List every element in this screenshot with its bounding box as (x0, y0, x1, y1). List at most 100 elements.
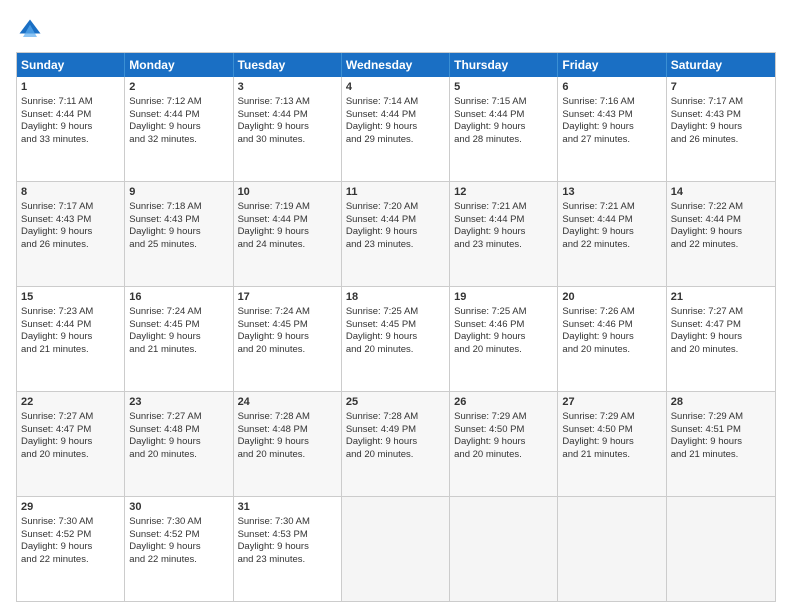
header-monday: Monday (125, 53, 233, 77)
day-number: 26 (454, 395, 553, 410)
calendar-cell (558, 497, 666, 601)
calendar-cell: 27Sunrise: 7:29 AMSunset: 4:50 PMDayligh… (558, 392, 666, 496)
day-info-line: Daylight: 9 hours (346, 331, 445, 344)
day-info-line: and 29 minutes. (346, 134, 445, 147)
calendar-cell: 24Sunrise: 7:28 AMSunset: 4:48 PMDayligh… (234, 392, 342, 496)
calendar-body: 1Sunrise: 7:11 AMSunset: 4:44 PMDaylight… (17, 77, 775, 601)
day-info-line: Sunrise: 7:21 AM (562, 201, 661, 214)
day-number: 8 (21, 185, 120, 200)
calendar-cell: 29Sunrise: 7:30 AMSunset: 4:52 PMDayligh… (17, 497, 125, 601)
day-info-line: Daylight: 9 hours (562, 331, 661, 344)
header-sunday: Sunday (17, 53, 125, 77)
day-info-line: Daylight: 9 hours (562, 226, 661, 239)
calendar-cell: 16Sunrise: 7:24 AMSunset: 4:45 PMDayligh… (125, 287, 233, 391)
day-info-line: Sunset: 4:43 PM (562, 109, 661, 122)
calendar-cell: 18Sunrise: 7:25 AMSunset: 4:45 PMDayligh… (342, 287, 450, 391)
calendar-cell: 30Sunrise: 7:30 AMSunset: 4:52 PMDayligh… (125, 497, 233, 601)
day-info-line: Sunset: 4:47 PM (671, 319, 771, 332)
day-info-line: Daylight: 9 hours (21, 226, 120, 239)
day-number: 2 (129, 80, 228, 95)
calendar-cell: 8Sunrise: 7:17 AMSunset: 4:43 PMDaylight… (17, 182, 125, 286)
calendar: Sunday Monday Tuesday Wednesday Thursday… (16, 52, 776, 602)
day-info-line: Daylight: 9 hours (21, 436, 120, 449)
day-info-line: Daylight: 9 hours (671, 331, 771, 344)
header-wednesday: Wednesday (342, 53, 450, 77)
day-info-line: Sunset: 4:44 PM (454, 109, 553, 122)
day-info-line: Daylight: 9 hours (129, 541, 228, 554)
calendar-cell: 6Sunrise: 7:16 AMSunset: 4:43 PMDaylight… (558, 77, 666, 181)
day-info-line: Sunset: 4:46 PM (454, 319, 553, 332)
day-info-line: Daylight: 9 hours (238, 226, 337, 239)
day-info-line: Daylight: 9 hours (21, 331, 120, 344)
day-info-line: and 20 minutes. (562, 344, 661, 357)
day-info-line: Sunset: 4:53 PM (238, 529, 337, 542)
day-info-line: and 22 minutes. (21, 554, 120, 567)
day-info-line: Sunrise: 7:29 AM (671, 411, 771, 424)
day-info-line: Sunset: 4:52 PM (129, 529, 228, 542)
day-info-line: Sunset: 4:46 PM (562, 319, 661, 332)
day-info-line: Sunset: 4:44 PM (454, 214, 553, 227)
header-saturday: Saturday (667, 53, 775, 77)
day-info-line: Sunrise: 7:28 AM (238, 411, 337, 424)
day-number: 6 (562, 80, 661, 95)
calendar-week-4: 29Sunrise: 7:30 AMSunset: 4:52 PMDayligh… (17, 497, 775, 601)
day-info-line: and 28 minutes. (454, 134, 553, 147)
header-thursday: Thursday (450, 53, 558, 77)
day-info-line: Sunrise: 7:18 AM (129, 201, 228, 214)
day-number: 16 (129, 290, 228, 305)
day-number: 22 (21, 395, 120, 410)
day-info-line: Sunrise: 7:30 AM (238, 516, 337, 529)
day-info-line: Sunset: 4:44 PM (671, 214, 771, 227)
day-info-line: Sunset: 4:51 PM (671, 424, 771, 437)
day-info-line: Sunset: 4:45 PM (238, 319, 337, 332)
day-info-line: Sunrise: 7:21 AM (454, 201, 553, 214)
day-info-line: Sunrise: 7:23 AM (21, 306, 120, 319)
day-info-line: Daylight: 9 hours (238, 121, 337, 134)
day-info-line: and 22 minutes. (562, 239, 661, 252)
day-info-line: Sunrise: 7:25 AM (454, 306, 553, 319)
day-number: 31 (238, 500, 337, 515)
day-info-line: and 21 minutes. (671, 449, 771, 462)
day-number: 14 (671, 185, 771, 200)
calendar-cell: 23Sunrise: 7:27 AMSunset: 4:48 PMDayligh… (125, 392, 233, 496)
day-number: 11 (346, 185, 445, 200)
day-info-line: Sunrise: 7:22 AM (671, 201, 771, 214)
calendar-cell: 26Sunrise: 7:29 AMSunset: 4:50 PMDayligh… (450, 392, 558, 496)
day-info-line: and 20 minutes. (671, 344, 771, 357)
calendar-cell: 1Sunrise: 7:11 AMSunset: 4:44 PMDaylight… (17, 77, 125, 181)
day-info-line: Sunrise: 7:25 AM (346, 306, 445, 319)
day-info-line: Daylight: 9 hours (129, 331, 228, 344)
day-info-line: and 23 minutes. (238, 554, 337, 567)
logo (16, 16, 48, 44)
day-info-line: Sunrise: 7:24 AM (129, 306, 228, 319)
day-number: 7 (671, 80, 771, 95)
day-info-line: Daylight: 9 hours (454, 331, 553, 344)
day-info-line: Sunrise: 7:27 AM (129, 411, 228, 424)
day-number: 24 (238, 395, 337, 410)
day-info-line: and 20 minutes. (21, 449, 120, 462)
day-info-line: and 26 minutes. (671, 134, 771, 147)
day-number: 21 (671, 290, 771, 305)
day-info-line: Daylight: 9 hours (21, 121, 120, 134)
calendar-cell: 22Sunrise: 7:27 AMSunset: 4:47 PMDayligh… (17, 392, 125, 496)
day-info-line: Daylight: 9 hours (238, 436, 337, 449)
day-info-line: Sunset: 4:52 PM (21, 529, 120, 542)
day-number: 5 (454, 80, 553, 95)
calendar-cell: 14Sunrise: 7:22 AMSunset: 4:44 PMDayligh… (667, 182, 775, 286)
calendar-cell: 13Sunrise: 7:21 AMSunset: 4:44 PMDayligh… (558, 182, 666, 286)
day-info-line: Sunrise: 7:13 AM (238, 96, 337, 109)
day-number: 18 (346, 290, 445, 305)
day-number: 10 (238, 185, 337, 200)
day-number: 12 (454, 185, 553, 200)
calendar-cell (667, 497, 775, 601)
day-info-line: Sunrise: 7:30 AM (21, 516, 120, 529)
calendar-cell: 7Sunrise: 7:17 AMSunset: 4:43 PMDaylight… (667, 77, 775, 181)
day-info-line: Sunset: 4:44 PM (21, 319, 120, 332)
day-number: 3 (238, 80, 337, 95)
calendar-cell: 2Sunrise: 7:12 AMSunset: 4:44 PMDaylight… (125, 77, 233, 181)
day-info-line: and 27 minutes. (562, 134, 661, 147)
day-info-line: Sunrise: 7:27 AM (21, 411, 120, 424)
day-info-line: and 20 minutes. (129, 449, 228, 462)
calendar-cell: 11Sunrise: 7:20 AMSunset: 4:44 PMDayligh… (342, 182, 450, 286)
day-number: 27 (562, 395, 661, 410)
